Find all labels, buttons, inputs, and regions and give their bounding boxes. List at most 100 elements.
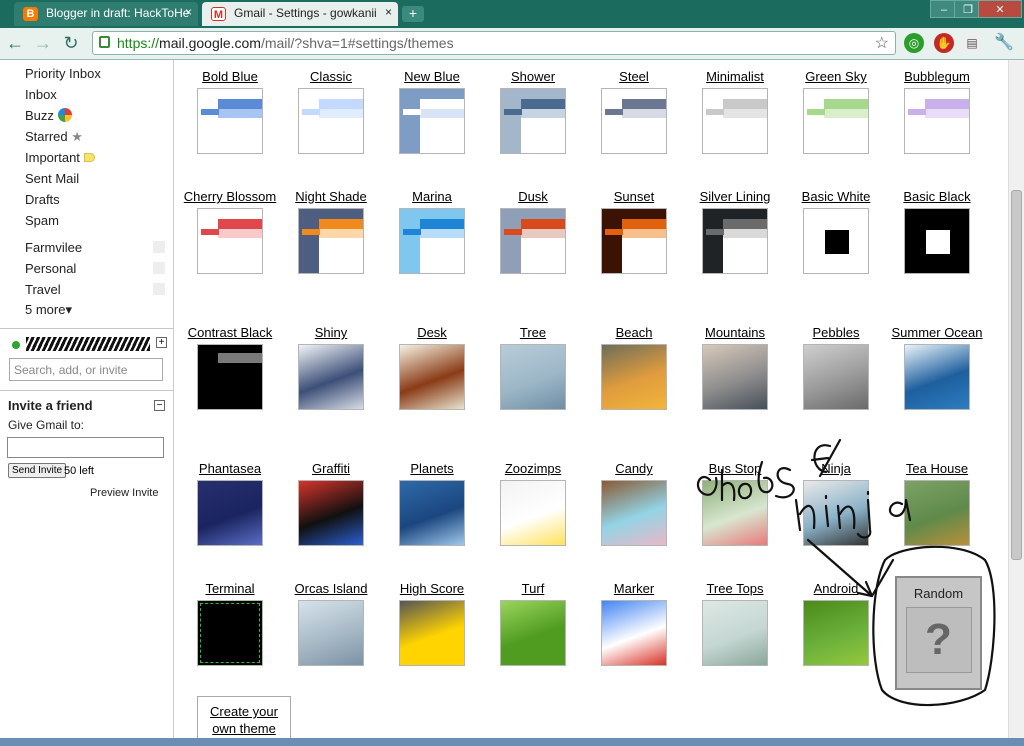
forward-icon[interactable]: → — [32, 33, 54, 53]
chat-search-input[interactable]: Search, add, or invite — [9, 358, 163, 381]
theme-option[interactable]: Cherry Blossom — [180, 173, 280, 274]
theme-name[interactable]: Zoozimps — [483, 445, 583, 477]
theme-name[interactable]: Cherry Blossom — [180, 173, 280, 205]
theme-option[interactable]: Basic Black — [887, 173, 987, 274]
theme-name[interactable]: Bubblegum — [887, 60, 987, 85]
theme-name[interactable]: Basic Black — [887, 173, 987, 205]
theme-option[interactable]: Android — [786, 565, 886, 666]
sidebar-item-spam[interactable]: Spam — [25, 213, 59, 228]
theme-name[interactable]: Graffiti — [281, 445, 381, 477]
extension-stop-icon[interactable]: ✋ — [934, 33, 954, 53]
theme-name[interactable]: Pebbles — [786, 309, 886, 341]
sidebar-item-important[interactable]: Important — [25, 150, 95, 165]
sidebar-item-buzz[interactable]: Buzz — [25, 108, 72, 123]
sidebar-item-drafts[interactable]: Drafts — [25, 192, 60, 207]
page-menu-icon[interactable]: ▤ — [962, 33, 982, 53]
theme-option[interactable]: Marker — [584, 565, 684, 666]
theme-thumbnail[interactable] — [500, 480, 566, 546]
random-theme-card[interactable]: Random ? — [895, 576, 982, 690]
theme-thumbnail[interactable] — [702, 208, 768, 274]
theme-thumbnail[interactable] — [500, 600, 566, 666]
theme-option[interactable]: Classic — [281, 60, 381, 154]
theme-option[interactable]: Minimalist — [685, 60, 785, 154]
theme-option[interactable]: High Score — [382, 565, 482, 666]
theme-thumbnail[interactable] — [197, 480, 263, 546]
label-color-swatch[interactable] — [153, 241, 165, 253]
theme-name[interactable]: Shiny — [281, 309, 381, 341]
sidebar-item-priority-inbox[interactable]: Priority Inbox — [25, 66, 101, 81]
chat-expand-icon[interactable]: + — [156, 337, 167, 348]
theme-option[interactable]: Basic White — [786, 173, 886, 274]
theme-name[interactable]: Minimalist — [685, 60, 785, 85]
theme-option[interactable]: Orcas Island — [281, 565, 381, 666]
sidebar-item-starred[interactable]: Starred ★ — [25, 129, 83, 145]
label-personal[interactable]: Personal — [25, 261, 76, 276]
theme-option[interactable]: Shiny — [281, 309, 381, 410]
theme-name[interactable]: Basic White — [786, 173, 886, 205]
theme-name[interactable]: Terminal — [180, 565, 280, 597]
theme-name[interactable]: Tree — [483, 309, 583, 341]
back-icon[interactable]: ← — [4, 33, 26, 53]
theme-option[interactable]: Desk — [382, 309, 482, 410]
theme-name[interactable]: Steel — [584, 60, 684, 85]
theme-name[interactable]: Marina — [382, 173, 482, 205]
label-color-swatch[interactable] — [153, 283, 165, 295]
theme-thumbnail[interactable] — [197, 88, 263, 154]
theme-name[interactable]: Mountains — [685, 309, 785, 341]
more-labels-link[interactable]: 5 more▾ — [25, 302, 72, 318]
theme-thumbnail[interactable] — [399, 480, 465, 546]
theme-name[interactable]: Shower — [483, 60, 583, 85]
theme-name[interactable]: Phantasea — [180, 445, 280, 477]
theme-thumbnail[interactable] — [803, 88, 869, 154]
theme-thumbnail[interactable] — [601, 208, 667, 274]
theme-name[interactable]: Night Shade — [281, 173, 381, 205]
tab-gmail[interactable]: M Gmail - Settings - gowkanii × — [202, 2, 398, 26]
theme-thumbnail[interactable] — [803, 208, 869, 274]
theme-name[interactable]: Orcas Island — [281, 565, 381, 597]
wrench-icon[interactable]: 🔧 — [994, 33, 1014, 53]
theme-thumbnail[interactable] — [601, 344, 667, 410]
theme-name[interactable]: Dusk — [483, 173, 583, 205]
theme-thumbnail[interactable] — [500, 344, 566, 410]
theme-option[interactable]: Ninja — [786, 445, 886, 546]
sidebar-item-inbox[interactable]: Inbox — [25, 87, 57, 102]
theme-name[interactable]: Bus Stop — [685, 445, 785, 477]
close-tab-icon[interactable]: × — [185, 5, 192, 19]
theme-thumbnail[interactable] — [702, 480, 768, 546]
theme-name[interactable]: Planets — [382, 445, 482, 477]
theme-option[interactable]: Tree Tops — [685, 565, 785, 666]
theme-name[interactable]: High Score — [382, 565, 482, 597]
theme-thumbnail[interactable] — [904, 208, 970, 274]
bookmark-star-icon[interactable]: ☆ — [875, 33, 889, 53]
theme-thumbnail[interactable] — [298, 88, 364, 154]
theme-thumbnail[interactable] — [500, 88, 566, 154]
theme-thumbnail[interactable] — [601, 88, 667, 154]
theme-thumbnail[interactable] — [298, 344, 364, 410]
theme-option[interactable]: Turf — [483, 565, 583, 666]
theme-thumbnail[interactable] — [803, 344, 869, 410]
preview-invite-link[interactable]: Preview Invite — [90, 487, 158, 499]
theme-thumbnail[interactable] — [904, 344, 970, 410]
create-own-theme-button[interactable]: Create your own theme — [197, 696, 291, 744]
theme-thumbnail[interactable] — [399, 600, 465, 666]
theme-option[interactable]: Pebbles — [786, 309, 886, 410]
theme-name[interactable]: Summer Ocean — [887, 309, 987, 341]
theme-option[interactable]: Night Shade — [281, 173, 381, 274]
theme-option[interactable]: Dusk — [483, 173, 583, 274]
theme-name[interactable]: Turf — [483, 565, 583, 597]
theme-option[interactable]: Green Sky — [786, 60, 886, 154]
theme-thumbnail[interactable] — [702, 344, 768, 410]
theme-thumbnail[interactable] — [399, 208, 465, 274]
theme-thumbnail[interactable] — [298, 480, 364, 546]
theme-name[interactable]: Green Sky — [786, 60, 886, 85]
close-tab-icon[interactable]: × — [385, 5, 392, 19]
collapse-icon[interactable]: − — [154, 400, 165, 411]
theme-option[interactable]: Planets — [382, 445, 482, 546]
scrollbar-thumb[interactable] — [1011, 190, 1022, 560]
theme-option[interactable]: Zoozimps — [483, 445, 583, 546]
invite-email-input[interactable] — [7, 437, 164, 458]
sidebar-item-sent-mail[interactable]: Sent Mail — [25, 171, 79, 186]
theme-thumbnail[interactable] — [904, 480, 970, 546]
theme-thumbnail[interactable] — [601, 600, 667, 666]
theme-thumbnail[interactable] — [197, 344, 263, 410]
